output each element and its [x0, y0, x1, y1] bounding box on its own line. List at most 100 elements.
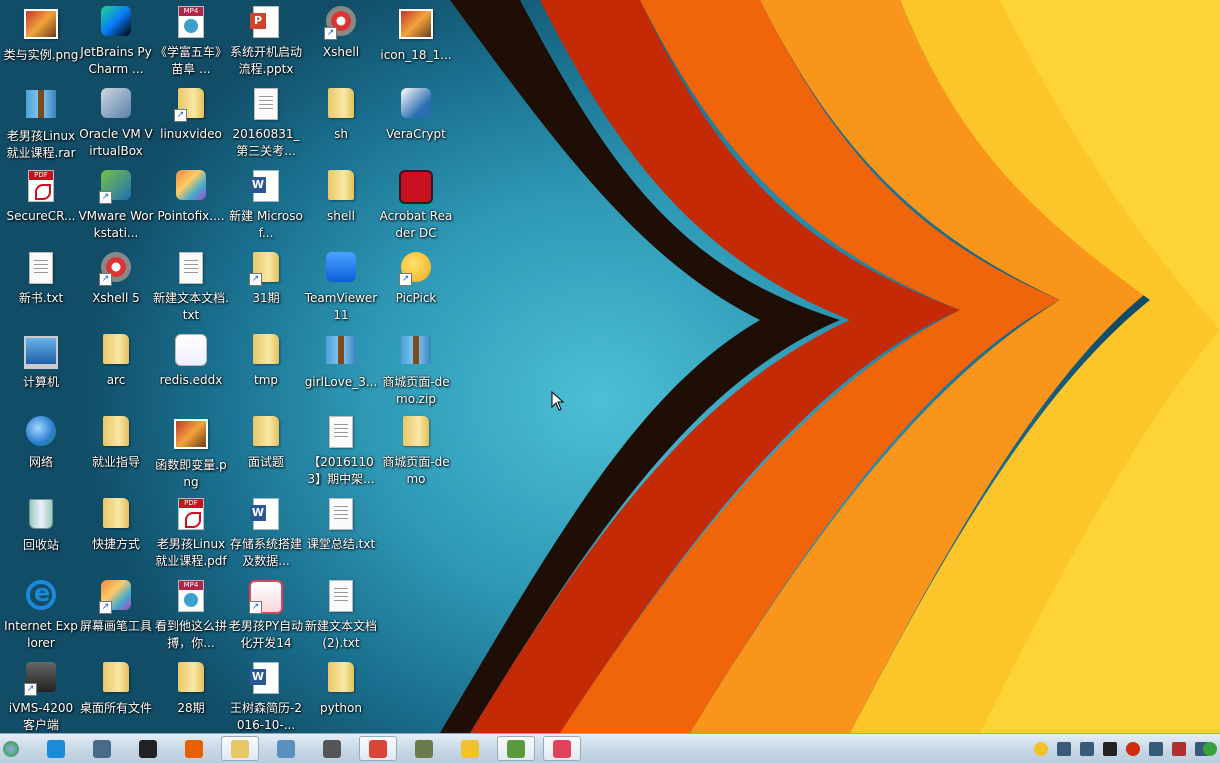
- desktop-icon[interactable]: 计算机: [3, 332, 79, 414]
- word-icon: [249, 170, 283, 204]
- desktop-icon[interactable]: girlLove_3...: [303, 332, 379, 414]
- desktop-icon[interactable]: 看到他这么拼搏，你...: [153, 578, 229, 660]
- taskbar-app-button[interactable]: [221, 736, 259, 761]
- desktop-icon-label: VMware Workstati...: [78, 209, 154, 240]
- desktop-icon[interactable]: 老男孩Linux就业课程.rar: [3, 86, 79, 168]
- desktop-icon-label: tmp: [253, 373, 278, 387]
- desktop-icon[interactable]: ↗ VMware Workstati...: [78, 168, 154, 250]
- record-tray-icon[interactable]: [1126, 742, 1140, 756]
- desktop-icon-label: girlLove_3...: [304, 375, 378, 389]
- taskbar-app-button[interactable]: [175, 736, 213, 761]
- acrobat-icon: [399, 170, 433, 204]
- desktop-icon[interactable]: 就业指导: [78, 414, 154, 496]
- desktop-icon[interactable]: ↗ 31期: [228, 250, 304, 332]
- desktop-icon[interactable]: TeamViewer 11: [303, 250, 379, 332]
- taskbar-app-button[interactable]: [37, 736, 75, 761]
- desktop-icon-label: 桌面所有文件: [79, 701, 152, 715]
- taskbar-app-button[interactable]: [497, 736, 535, 761]
- desktop-icon[interactable]: ↗ iVMS-4200 客户端: [3, 660, 79, 733]
- desktop-icon[interactable]: ↗ PicPick: [378, 250, 454, 332]
- desktop-icon[interactable]: VeraCrypt: [378, 86, 454, 168]
- start-button[interactable]: [0, 736, 22, 761]
- desktop-icon[interactable]: 函数即变量.png: [153, 414, 229, 496]
- desktop-icon-label: 类与实例.png: [3, 48, 79, 62]
- desktop-icon[interactable]: 新建文本文档 (2).txt: [303, 578, 379, 660]
- desktop-icon[interactable]: 新建 Microsof...: [228, 168, 304, 250]
- desktop-icon[interactable]: shell: [303, 168, 379, 250]
- desktop-icon-label: 商城页面-demo: [382, 455, 450, 486]
- desktop-icon[interactable]: 课堂总结.txt: [303, 496, 379, 578]
- taskbar-app-button[interactable]: [359, 736, 397, 761]
- desktop-icon[interactable]: JetBrains PyCharm ...: [78, 4, 154, 86]
- desktop-icon[interactable]: 回收站: [3, 496, 79, 578]
- desktop-icon[interactable]: redis.eddx: [153, 332, 229, 414]
- desktop-icon[interactable]: 王树森简历-2016-10-...: [228, 660, 304, 733]
- desktop-icon[interactable]: Internet Explorer: [3, 578, 79, 660]
- picpick-tray-icon[interactable]: [1034, 742, 1048, 756]
- desktop-icon[interactable]: 类与实例.png: [3, 4, 79, 86]
- taskbar-app-button[interactable]: [405, 736, 443, 761]
- desktop-icon[interactable]: 网络: [3, 414, 79, 496]
- folder-icon: [324, 662, 358, 696]
- pointofix-icon: [174, 170, 208, 204]
- desktop-icon[interactable]: icon_18_1...: [378, 4, 454, 86]
- taskbar-app-button[interactable]: [313, 736, 351, 761]
- desktop-icon[interactable]: ↗ 屏幕画笔工具: [78, 578, 154, 660]
- desktop-icon-label: PicPick: [395, 291, 437, 305]
- picpick-icon: [461, 739, 479, 758]
- desktop-icon[interactable]: Oracle VM VirtualBox: [78, 86, 154, 168]
- qq-tray-icon[interactable]: [1103, 742, 1117, 756]
- desktop-icon-label: 就业指导: [91, 455, 140, 469]
- folder-icon: [99, 416, 133, 450]
- desktop-icon[interactable]: 【20161103】期中架...: [303, 414, 379, 496]
- desktop-icon-label: 新建 Microsof...: [229, 209, 303, 240]
- desktop-icon-label: 《学富五车》苗阜 ...: [154, 45, 227, 76]
- desktop-icon-label: Acrobat Reader DC: [379, 209, 453, 240]
- desktop-icon[interactable]: ↗ Xshell: [303, 4, 379, 86]
- desktop-icon[interactable]: 存储系统搭建及数据...: [228, 496, 304, 578]
- network-tool-icon: [93, 739, 111, 758]
- desktop-icon-label: redis.eddx: [159, 373, 223, 387]
- taskbar-app-button[interactable]: [267, 736, 305, 761]
- taskbar-app-button[interactable]: [543, 736, 581, 761]
- desktop-icon-label: Xshell: [322, 45, 360, 59]
- volume-tray-icon[interactable]: [1149, 742, 1163, 756]
- desktop-icon-label: icon_18_1...: [380, 48, 452, 62]
- display-tray-icon[interactable]: [1080, 742, 1094, 756]
- network-tray-icon[interactable]: [1057, 742, 1071, 756]
- folder-icon: [324, 170, 358, 204]
- desktop-icon[interactable]: SecureCR...: [3, 168, 79, 250]
- desktop-icon[interactable]: 新建文本文档.txt: [153, 250, 229, 332]
- desktop-icon[interactable]: 快捷方式: [78, 496, 154, 578]
- doc-icon: [324, 580, 358, 614]
- desktop-icon[interactable]: 老男孩Linux就业课程.pdf: [153, 496, 229, 578]
- desktop-icon[interactable]: 28期: [153, 660, 229, 733]
- desktop-icon[interactable]: 桌面所有文件: [78, 660, 154, 733]
- desktop-icon[interactable]: sh: [303, 86, 379, 168]
- desktop-icon[interactable]: 《学富五车》苗阜 ...: [153, 4, 229, 86]
- desktop-icon[interactable]: 商城页面-demo.zip: [378, 332, 454, 414]
- desktop-icon[interactable]: 面试题: [228, 414, 304, 496]
- desktop-icon[interactable]: ↗ Xshell 5: [78, 250, 154, 332]
- firefox-icon: [185, 739, 203, 758]
- taskbar-app-button[interactable]: [129, 736, 167, 761]
- doc-icon: [24, 252, 58, 286]
- desktop-icon[interactable]: arc: [78, 332, 154, 414]
- zip-icon: [324, 336, 358, 370]
- desktop-icon-label: JetBrains PyCharm ...: [80, 45, 152, 76]
- desktop-icon[interactable]: python: [303, 660, 379, 733]
- desktop-icon[interactable]: 商城页面-demo: [378, 414, 454, 496]
- taskbar-app-button[interactable]: [451, 736, 489, 761]
- desktop-icon[interactable]: 20160831_第三关考...: [228, 86, 304, 168]
- desktop-icon[interactable]: 新书.txt: [3, 250, 79, 332]
- desktop-icon[interactable]: Pointofix....: [153, 168, 229, 250]
- desktop-icon[interactable]: Acrobat Reader DC: [378, 168, 454, 250]
- taskbar-app-button[interactable]: [83, 736, 121, 761]
- flag-tray-icon[interactable]: [1172, 742, 1186, 756]
- add-tray-icon[interactable]: [1203, 742, 1217, 756]
- desktop-icon[interactable]: tmp: [228, 332, 304, 414]
- desktop-icon[interactable]: ↗ linuxvideo: [153, 86, 229, 168]
- desktop-icon[interactable]: ↗ 老男孩PY自动化开发14: [228, 578, 304, 660]
- calculator-icon: [323, 739, 341, 758]
- desktop-icon[interactable]: 系统开机启动流程.pptx: [228, 4, 304, 86]
